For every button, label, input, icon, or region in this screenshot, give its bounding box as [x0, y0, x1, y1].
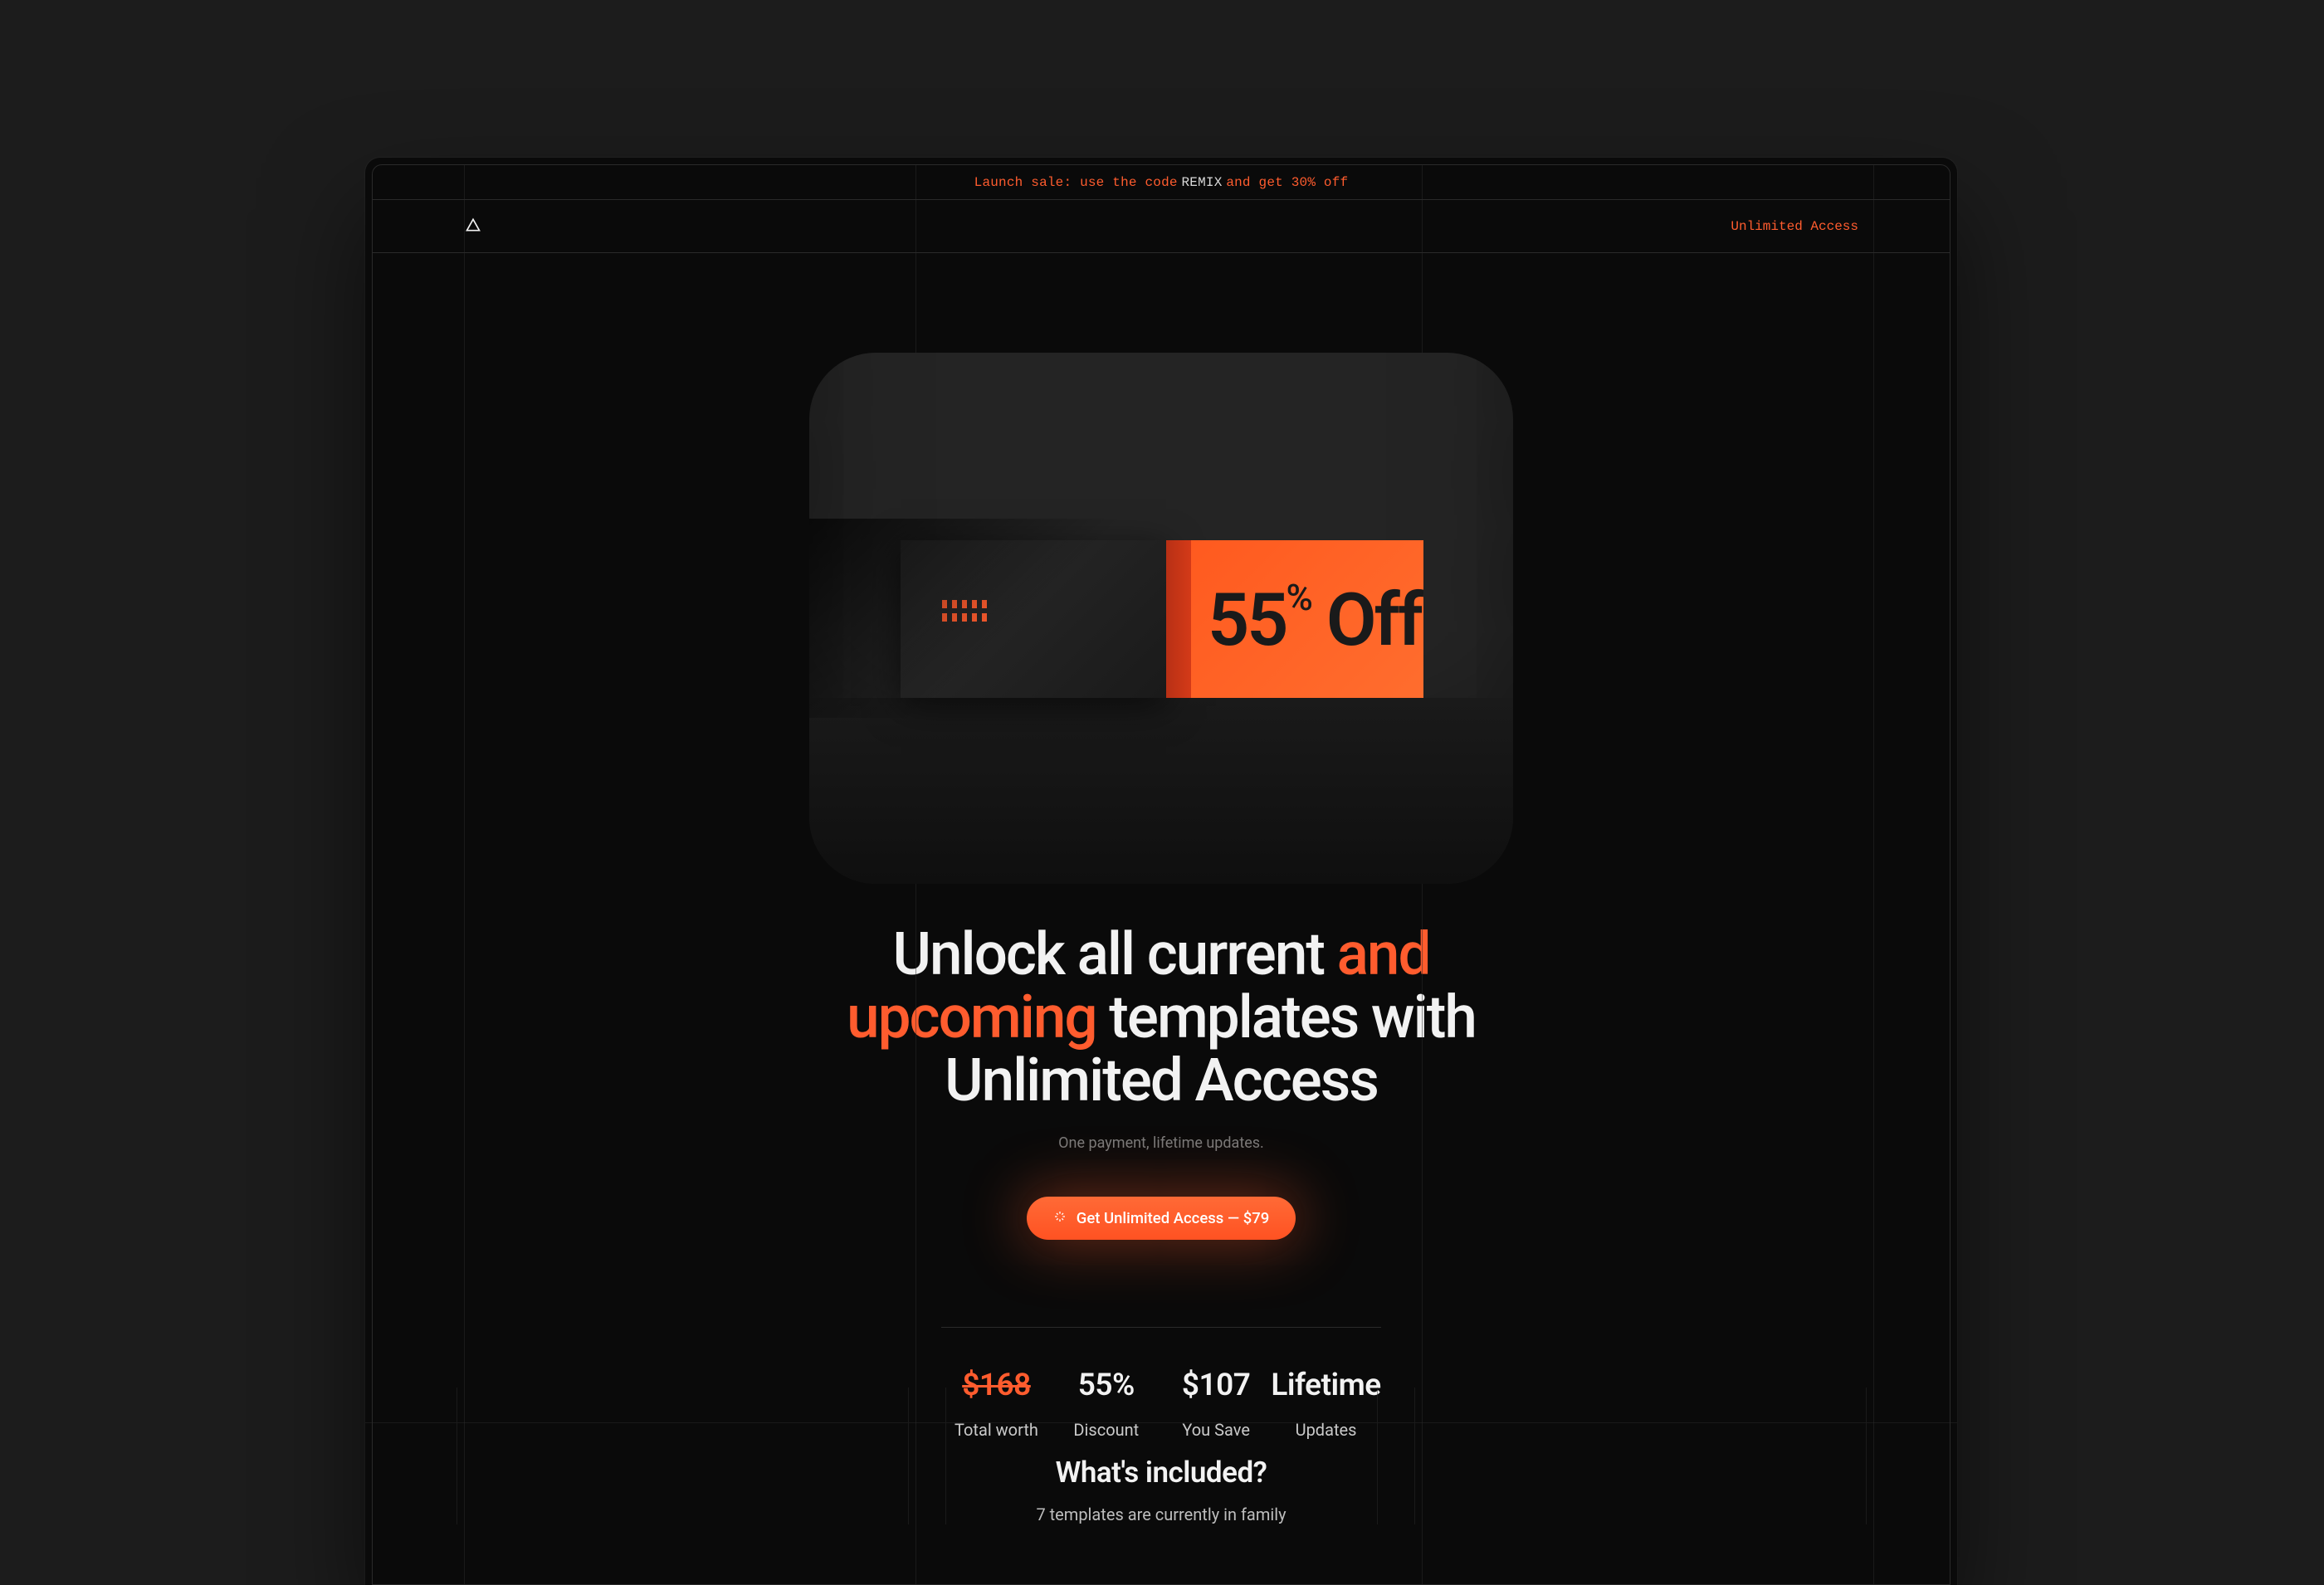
- hero-orange-box: 55% Off: [1191, 540, 1423, 698]
- hero-headline: Unlock all current and upcoming template…: [788, 924, 1535, 1113]
- promo-code: REMIX: [1182, 175, 1223, 190]
- nav-bar: Unlimited Access: [373, 200, 1950, 253]
- hero-dark-box: [901, 540, 1166, 698]
- get-unlimited-access-button[interactable]: Get Unlimited Access — $79: [1027, 1197, 1296, 1240]
- hero-badge-number: 55: [1208, 578, 1286, 663]
- promo-suffix: and get 30% off: [1226, 175, 1348, 190]
- logo-link[interactable]: [464, 217, 482, 236]
- nav-unlimited-access-link[interactable]: Unlimited Access: [1731, 219, 1858, 234]
- hero-badge-word: Off: [1326, 578, 1421, 663]
- page-card: Launch sale: use the code REMIX and get …: [365, 158, 1957, 1585]
- hero-badge-percent: %: [1286, 576, 1311, 619]
- triangle-logo-icon: [465, 217, 481, 237]
- included-title: What's included?: [365, 1456, 1957, 1490]
- hero-dark-box-side: [1166, 540, 1191, 698]
- included-section: What's included? 7 templates are current…: [365, 1387, 1957, 1524]
- hero-floor: [809, 698, 1513, 884]
- included-subtitle: 7 templates are currently in family: [365, 1505, 1957, 1524]
- hero-subtitle: One payment, lifetime updates.: [1058, 1134, 1264, 1152]
- cta-label: Get Unlimited Access — $79: [1077, 1209, 1270, 1227]
- sparkle-icon: [1053, 1209, 1067, 1227]
- hero-image: 55% Off: [809, 353, 1513, 884]
- promo-prefix: Launch sale: use the code: [974, 175, 1178, 190]
- hero-headline-pre: Unlock all current: [893, 920, 1337, 989]
- promo-bar[interactable]: Launch sale: use the code REMIX and get …: [373, 165, 1950, 200]
- hero-section: 55% Off Unlock all current and upcoming …: [373, 253, 1950, 1490]
